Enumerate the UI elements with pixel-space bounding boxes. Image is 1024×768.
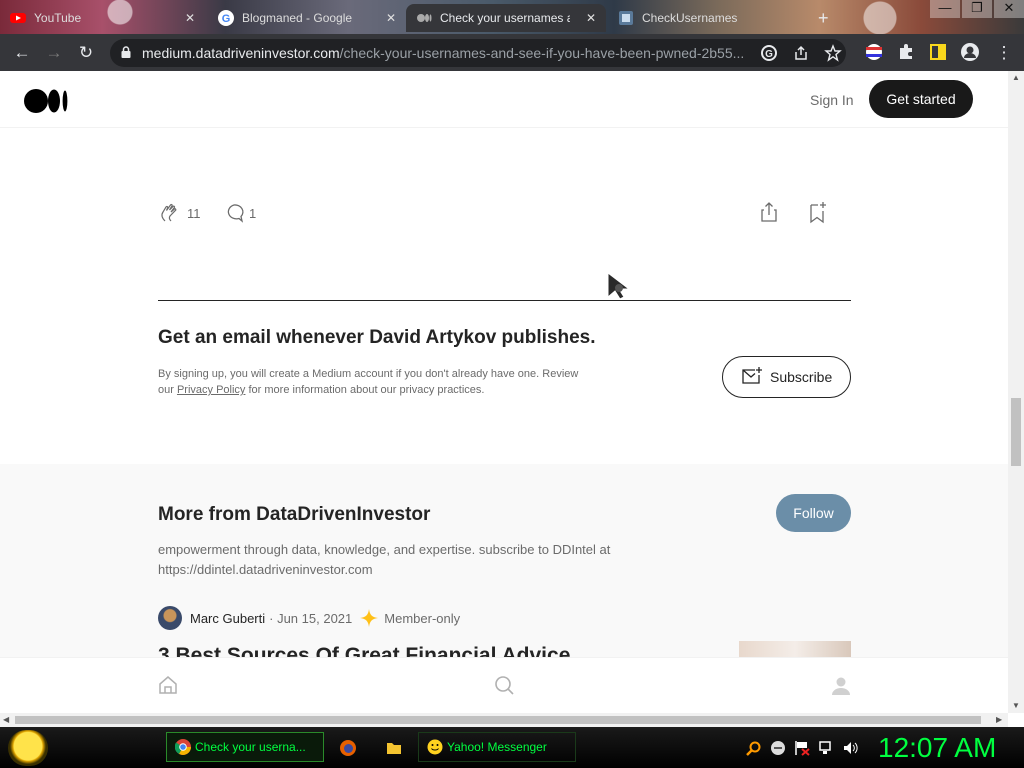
taskbar: Check your userna... Yahoo! Messenger 12… [0, 727, 1024, 768]
response-count: 1 [249, 206, 257, 221]
reload-button[interactable]: ↻ [76, 43, 96, 63]
close-window-button[interactable]: ✕ [994, 0, 1024, 18]
taskbar-clock[interactable]: 12:07 AM [878, 732, 996, 764]
tab-check-usernames-active[interactable]: Check your usernames and ✕ [406, 4, 606, 32]
mouse-cursor-icon [607, 271, 631, 300]
close-tab-icon[interactable]: ✕ [386, 11, 396, 25]
more-from-title[interactable]: More from DataDrivenInvestor [158, 504, 430, 526]
extension-flag-icon[interactable] [864, 42, 884, 62]
volume-tray-icon[interactable] [842, 740, 858, 756]
mail-plus-icon [742, 367, 762, 384]
tab-title: CheckUsernames [642, 11, 738, 25]
get-started-button[interactable]: Get started [869, 80, 973, 118]
search-tray-icon[interactable] [746, 740, 762, 756]
restore-button[interactable]: ❐ [962, 0, 992, 18]
checkusernames-favicon-icon [619, 11, 633, 25]
medium-header: Sign In Get started [0, 71, 1008, 128]
sign-in-link[interactable]: Sign In [810, 92, 854, 108]
post-date: · Jun 15, 2021 [269, 610, 353, 626]
disclaimer-text-end: for more information about our privacy p… [245, 384, 485, 396]
close-tab-icon[interactable]: ✕ [185, 11, 195, 25]
url-host: medium.datadriveninvestor.com [142, 45, 340, 61]
svg-text:G: G [222, 13, 231, 25]
tab-title: Check your usernames and [440, 11, 570, 25]
member-star-icon [360, 609, 379, 627]
scroll-up-icon[interactable]: ▲ [1012, 73, 1020, 82]
browser-menu-icon[interactable]: ⋮ [994, 43, 1014, 63]
share-icon[interactable] [792, 44, 810, 62]
member-only-badge: Member-only [384, 610, 461, 626]
vertical-scrollbar[interactable]: ▲ ▼ [1008, 71, 1024, 713]
vertical-scroll-thumb[interactable] [1011, 398, 1021, 466]
new-tab-button[interactable]: + [818, 8, 829, 29]
subscribe-button[interactable]: Subscribe [722, 356, 851, 398]
side-panel-icon[interactable] [928, 42, 948, 62]
start-button[interactable] [8, 730, 48, 766]
extensions-puzzle-icon[interactable] [896, 42, 916, 62]
chrome-icon [175, 739, 191, 755]
follow-button[interactable]: Follow [776, 494, 851, 532]
home-icon[interactable] [157, 674, 179, 696]
bottom-navigation [0, 657, 1008, 713]
clap-count: 11 [187, 206, 201, 221]
horizontal-scroll-thumb[interactable] [15, 716, 981, 724]
subscribe-label: Subscribe [770, 369, 833, 385]
address-bar[interactable]: medium.datadriveninvestor.com/check-your… [110, 39, 846, 67]
firefox-icon[interactable] [340, 740, 356, 756]
signup-disclaimer: By signing up, you will create a Medium … [158, 366, 588, 398]
url-path: /check-your-usernames-and-see-if-you-hav… [339, 45, 745, 61]
share-article-icon[interactable] [758, 201, 780, 223]
browser-tab-strip: YouTube ✕ G Blogmaned - Google ✕ Check y… [0, 0, 1024, 34]
scroll-down-icon[interactable]: ▼ [1012, 701, 1020, 710]
bookmark-star-icon[interactable] [824, 44, 842, 62]
tab-checkusernames[interactable]: CheckUsernames [608, 4, 808, 32]
medium-favicon-icon [417, 14, 432, 22]
search-icon[interactable] [493, 674, 515, 696]
scroll-right-icon[interactable]: ▶ [996, 715, 1002, 724]
flag-tray-icon[interactable] [794, 740, 810, 756]
avatar[interactable] [158, 606, 182, 630]
taskbar-item-chrome[interactable]: Check your userna... [166, 732, 324, 762]
svg-text:G: G [765, 49, 773, 60]
minimize-button[interactable]: — [930, 0, 960, 18]
profile-avatar-icon[interactable] [960, 42, 980, 62]
google-lens-icon[interactable]: G [760, 44, 778, 62]
forward-button[interactable]: → [44, 43, 64, 63]
url-text: medium.datadriveninvestor.com/check-your… [142, 45, 762, 61]
user-profile-icon[interactable] [830, 674, 852, 696]
section-divider [158, 300, 851, 301]
scroll-left-icon[interactable]: ◀ [3, 715, 9, 724]
taskbar-item-yahoo-messenger[interactable]: Yahoo! Messenger [418, 732, 576, 762]
tab-youtube[interactable]: YouTube ✕ [0, 4, 205, 32]
article-actions-bar: 11 1 [158, 201, 850, 225]
email-signup-title: Get an email whenever David Artykov publ… [158, 327, 596, 348]
google-icon: G [218, 10, 234, 26]
youtube-icon [10, 13, 26, 23]
author-name[interactable]: Marc Guberti [190, 611, 265, 626]
tab-title: Blogmaned - Google [242, 11, 353, 25]
lock-icon [121, 46, 131, 58]
back-button[interactable]: ← [12, 43, 32, 63]
clap-icon[interactable] [158, 201, 182, 225]
tab-title: YouTube [34, 11, 82, 25]
tab-google[interactable]: G Blogmaned - Google ✕ [208, 4, 406, 32]
folder-icon[interactable] [386, 740, 402, 756]
browser-toolbar: ← → ↻ medium.datadriveninvestor.com/chec… [0, 34, 1024, 71]
horizontal-scrollbar[interactable]: ◀ ▶ [0, 713, 1008, 727]
close-tab-icon[interactable]: ✕ [586, 11, 596, 25]
web-page: Sign In Get started 11 1 Get an email wh… [0, 71, 1008, 713]
responses-icon[interactable] [223, 202, 245, 224]
privacy-policy-link[interactable]: Privacy Policy [177, 384, 245, 396]
status-tray-icon[interactable] [770, 740, 786, 756]
post-author-row: Marc Guberti · Jun 15, 2021 Member-only [158, 606, 460, 630]
taskbar-item-label: Check your userna... [195, 740, 306, 754]
yahoo-smiley-icon [427, 739, 443, 755]
taskbar-item-label: Yahoo! Messenger [447, 740, 547, 754]
network-tray-icon[interactable] [818, 740, 834, 756]
medium-logo-icon[interactable] [24, 88, 69, 114]
bookmark-add-icon[interactable] [806, 201, 828, 225]
publication-description: empowerment through data, knowledge, and… [158, 542, 611, 577]
